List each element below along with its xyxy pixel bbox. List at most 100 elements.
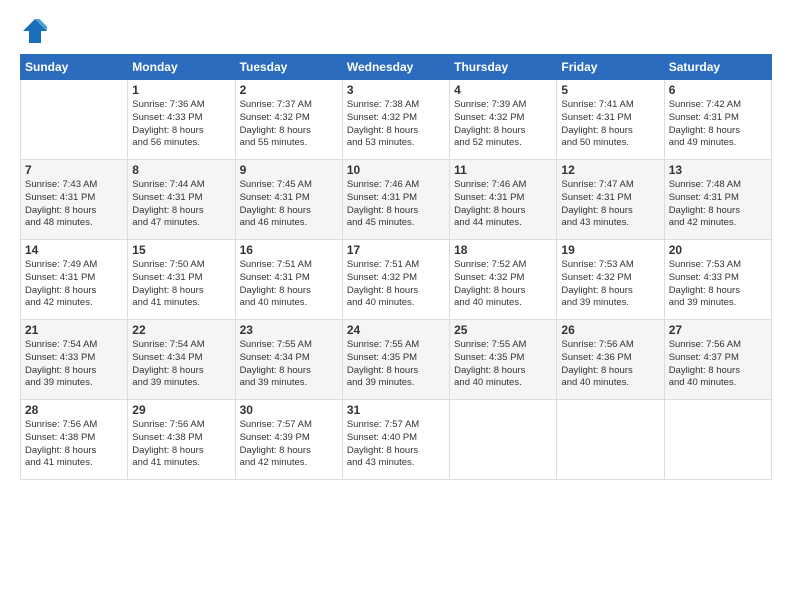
calendar-cell	[557, 400, 664, 480]
day-info: Sunrise: 7:57 AM Sunset: 4:39 PM Dayligh…	[240, 419, 338, 470]
day-number: 20	[669, 243, 767, 257]
day-number: 12	[561, 163, 659, 177]
day-number: 23	[240, 323, 338, 337]
weekday-header-row: SundayMondayTuesdayWednesdayThursdayFrid…	[21, 55, 772, 80]
week-row-1: 1Sunrise: 7:36 AM Sunset: 4:33 PM Daylig…	[21, 80, 772, 160]
logo	[20, 16, 54, 46]
day-number: 14	[25, 243, 123, 257]
day-info: Sunrise: 7:38 AM Sunset: 4:32 PM Dayligh…	[347, 99, 445, 150]
calendar-cell: 12 Sunrise: 7:47 AM Sunset: 4:31 PM Dayli…	[557, 160, 664, 240]
day-info: Sunrise: 7:45 AM Sunset: 4:31 PM Dayligh…	[240, 179, 338, 230]
calendar-cell: 23 Sunrise: 7:55 AM Sunset: 4:34 PM Dayli…	[235, 320, 342, 400]
calendar-cell: 4 Sunrise: 7:39 AM Sunset: 4:32 PM Daylig…	[450, 80, 557, 160]
logo-icon	[20, 16, 50, 46]
calendar-cell: 7Sunrise: 7:43 AM Sunset: 4:31 PM Daylig…	[21, 160, 128, 240]
day-number: 15	[132, 243, 230, 257]
day-info: Sunrise: 7:39 AM Sunset: 4:32 PM Dayligh…	[454, 99, 552, 150]
day-number: 11	[454, 163, 552, 177]
day-info: Sunrise: 7:37 AM Sunset: 4:32 PM Dayligh…	[240, 99, 338, 150]
day-number: 29	[132, 403, 230, 417]
day-info: Sunrise: 7:41 AM Sunset: 4:31 PM Dayligh…	[561, 99, 659, 150]
calendar-cell: 20 Sunrise: 7:53 AM Sunset: 4:33 PM Dayli…	[664, 240, 771, 320]
day-info: Sunrise: 7:56 AM Sunset: 4:38 PM Dayligh…	[25, 419, 123, 470]
calendar-cell	[450, 400, 557, 480]
calendar-cell: 1Sunrise: 7:36 AM Sunset: 4:33 PM Daylig…	[128, 80, 235, 160]
day-info: Sunrise: 7:46 AM Sunset: 4:31 PM Dayligh…	[454, 179, 552, 230]
day-number: 22	[132, 323, 230, 337]
day-info: Sunrise: 7:49 AM Sunset: 4:31 PM Dayligh…	[25, 259, 123, 310]
day-number: 16	[240, 243, 338, 257]
calendar-cell: 13Sunrise: 7:48 AM Sunset: 4:31 PM Dayli…	[664, 160, 771, 240]
day-info: Sunrise: 7:53 AM Sunset: 4:33 PM Dayligh…	[669, 259, 767, 310]
calendar-cell	[21, 80, 128, 160]
day-info: Sunrise: 7:55 AM Sunset: 4:35 PM Dayligh…	[347, 339, 445, 390]
day-info: Sunrise: 7:44 AM Sunset: 4:31 PM Dayligh…	[132, 179, 230, 230]
weekday-header-sunday: Sunday	[21, 55, 128, 80]
week-row-5: 28 Sunrise: 7:56 AM Sunset: 4:38 PM Dayli…	[21, 400, 772, 480]
calendar-cell: 5Sunrise: 7:41 AM Sunset: 4:31 PM Daylig…	[557, 80, 664, 160]
day-number: 13	[669, 163, 767, 177]
calendar-cell: 3 Sunrise: 7:38 AM Sunset: 4:32 PM Daylig…	[342, 80, 449, 160]
calendar-cell: 10 Sunrise: 7:46 AM Sunset: 4:31 PM Dayli…	[342, 160, 449, 240]
day-info: Sunrise: 7:46 AM Sunset: 4:31 PM Dayligh…	[347, 179, 445, 230]
day-info: Sunrise: 7:54 AM Sunset: 4:34 PM Dayligh…	[132, 339, 230, 390]
calendar-page: SundayMondayTuesdayWednesdayThursdayFrid…	[0, 0, 792, 612]
day-info: Sunrise: 7:55 AM Sunset: 4:34 PM Dayligh…	[240, 339, 338, 390]
weekday-header-thursday: Thursday	[450, 55, 557, 80]
calendar-cell: 30 Sunrise: 7:57 AM Sunset: 4:39 PM Dayli…	[235, 400, 342, 480]
calendar-cell: 11 Sunrise: 7:46 AM Sunset: 4:31 PM Dayli…	[450, 160, 557, 240]
day-info: Sunrise: 7:54 AM Sunset: 4:33 PM Dayligh…	[25, 339, 123, 390]
day-number: 27	[669, 323, 767, 337]
day-info: Sunrise: 7:51 AM Sunset: 4:32 PM Dayligh…	[347, 259, 445, 310]
calendar-cell	[664, 400, 771, 480]
day-number: 9	[240, 163, 338, 177]
day-info: Sunrise: 7:52 AM Sunset: 4:32 PM Dayligh…	[454, 259, 552, 310]
calendar-cell: 27Sunrise: 7:56 AM Sunset: 4:37 PM Dayli…	[664, 320, 771, 400]
calendar-cell: 29 Sunrise: 7:56 AM Sunset: 4:38 PM Dayli…	[128, 400, 235, 480]
weekday-header-friday: Friday	[557, 55, 664, 80]
weekday-header-monday: Monday	[128, 55, 235, 80]
calendar-cell: 19 Sunrise: 7:53 AM Sunset: 4:32 PM Dayli…	[557, 240, 664, 320]
page-header	[20, 16, 772, 46]
day-info: Sunrise: 7:57 AM Sunset: 4:40 PM Dayligh…	[347, 419, 445, 470]
day-number: 28	[25, 403, 123, 417]
calendar-cell: 14 Sunrise: 7:49 AM Sunset: 4:31 PM Dayli…	[21, 240, 128, 320]
day-number: 10	[347, 163, 445, 177]
day-number: 25	[454, 323, 552, 337]
calendar-cell: 25 Sunrise: 7:55 AM Sunset: 4:35 PM Dayli…	[450, 320, 557, 400]
day-info: Sunrise: 7:53 AM Sunset: 4:32 PM Dayligh…	[561, 259, 659, 310]
day-number: 2	[240, 83, 338, 97]
day-number: 19	[561, 243, 659, 257]
day-info: Sunrise: 7:43 AM Sunset: 4:31 PM Dayligh…	[25, 179, 123, 230]
day-number: 21	[25, 323, 123, 337]
calendar-cell: 28 Sunrise: 7:56 AM Sunset: 4:38 PM Dayli…	[21, 400, 128, 480]
day-info: Sunrise: 7:55 AM Sunset: 4:35 PM Dayligh…	[454, 339, 552, 390]
calendar-cell: 16Sunrise: 7:51 AM Sunset: 4:31 PM Dayli…	[235, 240, 342, 320]
day-number: 4	[454, 83, 552, 97]
day-number: 6	[669, 83, 767, 97]
day-info: Sunrise: 7:47 AM Sunset: 4:31 PM Dayligh…	[561, 179, 659, 230]
calendar-cell: 15 Sunrise: 7:50 AM Sunset: 4:31 PM Dayli…	[128, 240, 235, 320]
day-info: Sunrise: 7:50 AM Sunset: 4:31 PM Dayligh…	[132, 259, 230, 310]
calendar-cell: 17 Sunrise: 7:51 AM Sunset: 4:32 PM Dayli…	[342, 240, 449, 320]
calendar-cell: 22 Sunrise: 7:54 AM Sunset: 4:34 PM Dayli…	[128, 320, 235, 400]
weekday-header-wednesday: Wednesday	[342, 55, 449, 80]
weekday-header-tuesday: Tuesday	[235, 55, 342, 80]
week-row-4: 21 Sunrise: 7:54 AM Sunset: 4:33 PM Dayli…	[21, 320, 772, 400]
day-number: 31	[347, 403, 445, 417]
day-info: Sunrise: 7:56 AM Sunset: 4:38 PM Dayligh…	[132, 419, 230, 470]
day-number: 17	[347, 243, 445, 257]
day-info: Sunrise: 7:42 AM Sunset: 4:31 PM Dayligh…	[669, 99, 767, 150]
day-number: 3	[347, 83, 445, 97]
week-row-3: 14 Sunrise: 7:49 AM Sunset: 4:31 PM Dayli…	[21, 240, 772, 320]
day-number: 26	[561, 323, 659, 337]
day-number: 18	[454, 243, 552, 257]
calendar-cell: 24Sunrise: 7:55 AM Sunset: 4:35 PM Dayli…	[342, 320, 449, 400]
day-info: Sunrise: 7:56 AM Sunset: 4:36 PM Dayligh…	[561, 339, 659, 390]
day-number: 1	[132, 83, 230, 97]
calendar-cell: 8Sunrise: 7:44 AM Sunset: 4:31 PM Daylig…	[128, 160, 235, 240]
calendar-cell: 6 Sunrise: 7:42 AM Sunset: 4:31 PM Daylig…	[664, 80, 771, 160]
calendar-table: SundayMondayTuesdayWednesdayThursdayFrid…	[20, 54, 772, 480]
day-number: 30	[240, 403, 338, 417]
calendar-cell: 18 Sunrise: 7:52 AM Sunset: 4:32 PM Dayli…	[450, 240, 557, 320]
